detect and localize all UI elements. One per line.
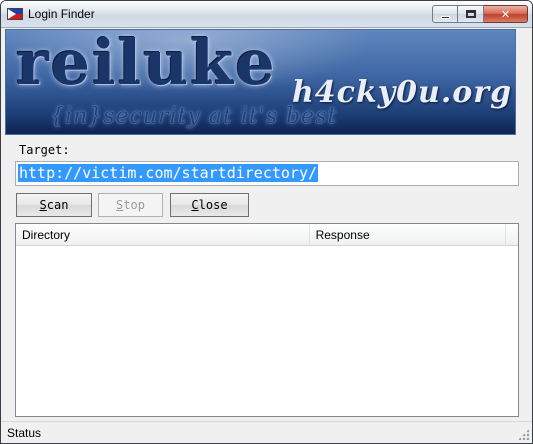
- title-bar[interactable]: Login Finder ✕: [1, 1, 532, 28]
- target-input[interactable]: http://victim.com/startdirectory/: [15, 161, 519, 186]
- results-list-header: Directory Response: [16, 224, 518, 246]
- login-finder-window: Login Finder ✕ reiluke h4cky0u.org {in}s…: [0, 0, 533, 444]
- close-window-button[interactable]: ✕: [484, 5, 528, 23]
- target-input-value: http://victim.com/startdirectory/: [18, 164, 319, 182]
- resize-grip-icon[interactable]: [518, 429, 529, 440]
- banner-tagline: {in}security at it's best: [50, 104, 338, 129]
- philippine-flag-icon: [7, 8, 23, 20]
- stop-button[interactable]: Stop: [98, 193, 163, 217]
- results-list[interactable]: Directory Response: [15, 223, 519, 417]
- scan-accel: S: [39, 198, 47, 212]
- column-header-response[interactable]: Response: [310, 224, 506, 246]
- window-title: Login Finder: [28, 7, 95, 21]
- target-label: Target:: [19, 143, 70, 157]
- maximize-button[interactable]: [458, 5, 484, 23]
- caption-buttons: ✕: [432, 5, 528, 24]
- banner-image: reiluke h4cky0u.org {in}security at it's…: [5, 29, 516, 135]
- scan-button[interactable]: Scan: [16, 193, 92, 217]
- minimize-icon: [440, 15, 450, 19]
- status-bar: Status: [1, 421, 532, 443]
- close-button[interactable]: Close: [170, 193, 249, 217]
- scan-label: can: [46, 198, 69, 212]
- column-header-filler: [506, 224, 518, 246]
- status-text: Status: [7, 426, 42, 440]
- maximize-icon: [465, 10, 476, 18]
- close-accel: C: [191, 198, 199, 212]
- stop-accel: S: [116, 198, 124, 212]
- banner-logo: reiluke: [16, 29, 277, 99]
- close-label: lose: [198, 198, 228, 212]
- column-header-directory[interactable]: Directory: [16, 224, 310, 246]
- stop-label: top: [123, 198, 145, 212]
- close-icon: ✕: [500, 7, 511, 21]
- minimize-button[interactable]: [432, 5, 458, 23]
